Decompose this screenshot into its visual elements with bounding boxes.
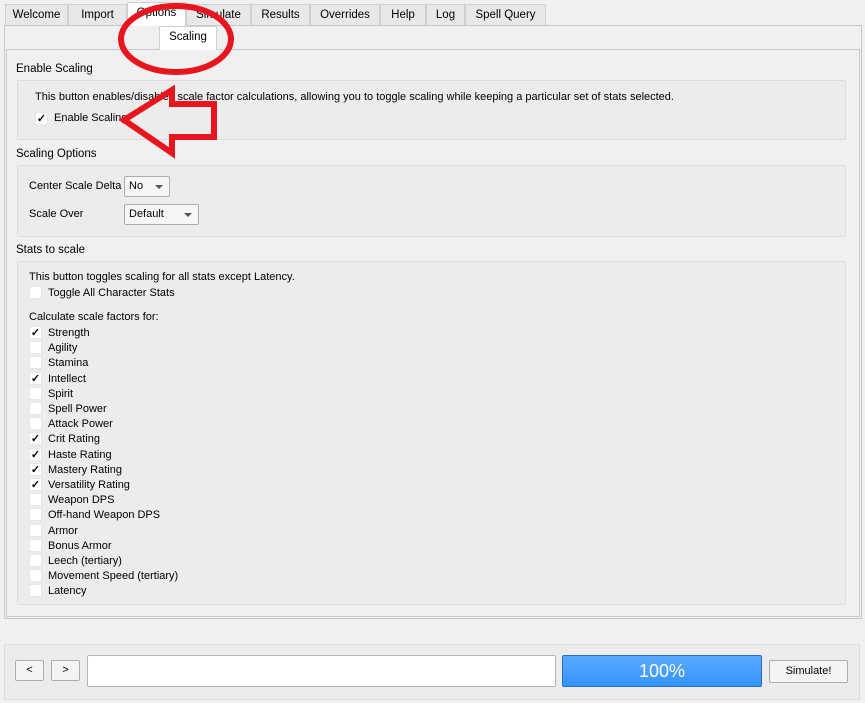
scaling-options-title: Scaling Options <box>16 148 97 160</box>
center-scale-delta-value: No <box>129 180 144 192</box>
scale-over-label: Scale Over <box>29 208 84 220</box>
stat-checkbox[interactable] <box>29 386 42 400</box>
stat-checkbox[interactable]: ✓ <box>29 447 42 461</box>
subtab-scaling[interactable]: Scaling <box>159 26 217 50</box>
stat-label[interactable]: Movement Speed (tertiary) <box>48 570 178 582</box>
stat-label[interactable]: Agility <box>48 342 77 354</box>
stat-label[interactable]: Leech (tertiary) <box>48 555 122 567</box>
chevron-down-icon <box>155 185 163 189</box>
stat-checkbox[interactable] <box>29 493 42 507</box>
back-button[interactable]: < <box>15 660 44 681</box>
stat-label[interactable]: Spell Power <box>48 403 107 415</box>
stat-label[interactable]: Armor <box>48 525 78 537</box>
stat-checkbox[interactable]: ✓ <box>29 478 42 491</box>
stat-checkbox[interactable] <box>29 523 42 537</box>
chevron-down-icon <box>184 213 192 217</box>
stat-label[interactable]: Mastery Rating <box>48 464 122 476</box>
tab-results[interactable]: Results <box>251 4 310 25</box>
stat-checkbox[interactable] <box>29 569 42 583</box>
center-scale-delta-label: Center Scale Delta <box>29 180 122 192</box>
stat-label[interactable]: Intellect <box>48 373 86 385</box>
stat-checkbox[interactable] <box>29 341 42 355</box>
stat-checkbox[interactable]: ✓ <box>29 462 42 476</box>
stat-checkbox[interactable] <box>29 402 42 415</box>
stat-checkbox[interactable] <box>29 554 42 567</box>
tab-spell-query[interactable]: Spell Query <box>465 4 546 25</box>
tab-log[interactable]: Log <box>426 4 465 25</box>
stat-checkbox[interactable] <box>29 584 42 598</box>
tab-import[interactable]: Import <box>68 4 127 25</box>
enable-scaling-group <box>17 80 846 140</box>
tab-simulate[interactable]: Simulate <box>186 4 251 25</box>
forward-button[interactable]: > <box>51 660 80 681</box>
command-input[interactable] <box>87 655 556 687</box>
stat-checkbox[interactable] <box>29 417 42 431</box>
stat-label[interactable]: Bonus Armor <box>48 540 112 552</box>
enable-scaling-description: This button enables/disables scale facto… <box>35 91 674 103</box>
stat-label[interactable]: Crit Rating <box>48 433 100 445</box>
stat-checkbox[interactable] <box>29 538 42 552</box>
scale-over-value: Default <box>129 208 164 220</box>
stat-label[interactable]: Versatility Rating <box>48 479 130 491</box>
enable-scaling-label[interactable]: Enable Scaling <box>54 112 127 124</box>
tab-welcome[interactable]: Welcome <box>5 4 68 25</box>
stats-title: Stats to scale <box>16 244 86 256</box>
toggle-all-label[interactable]: Toggle All Character Stats <box>48 287 175 299</box>
tab-help[interactable]: Help <box>380 4 426 25</box>
scale-over-select[interactable]: Default <box>124 204 199 225</box>
tab-overrides[interactable]: Overrides <box>310 4 380 25</box>
stat-checkbox[interactable] <box>29 508 42 522</box>
tab-options[interactable]: Options <box>127 2 186 26</box>
stat-label[interactable]: Off-hand Weapon DPS <box>48 509 160 521</box>
stat-label[interactable]: Stamina <box>48 357 88 369</box>
stat-checkbox[interactable]: ✓ <box>29 432 42 446</box>
stat-label[interactable]: Latency <box>48 585 87 597</box>
stat-checkbox[interactable]: ✓ <box>29 326 42 339</box>
enable-scaling-checkbox[interactable]: ✓ <box>35 112 48 125</box>
stat-label[interactable]: Attack Power <box>48 418 113 430</box>
stat-checkbox[interactable]: ✓ <box>29 371 42 385</box>
center-scale-delta-select[interactable]: No <box>124 176 170 197</box>
simulate-button[interactable]: Simulate! <box>769 660 848 683</box>
progress-bar: 100% <box>562 655 762 687</box>
stat-label[interactable]: Strength <box>48 327 90 339</box>
toggle-all-checkbox[interactable] <box>29 286 42 299</box>
stat-label[interactable]: Haste Rating <box>48 449 112 461</box>
stat-label[interactable]: Weapon DPS <box>48 494 114 506</box>
stat-label[interactable]: Spirit <box>48 388 73 400</box>
calc-label: Calculate scale factors for: <box>29 311 159 323</box>
stat-checkbox[interactable] <box>29 356 42 370</box>
toggle-description: This button toggles scaling for all stat… <box>29 271 295 283</box>
enable-scaling-title: Enable Scaling <box>16 63 93 75</box>
